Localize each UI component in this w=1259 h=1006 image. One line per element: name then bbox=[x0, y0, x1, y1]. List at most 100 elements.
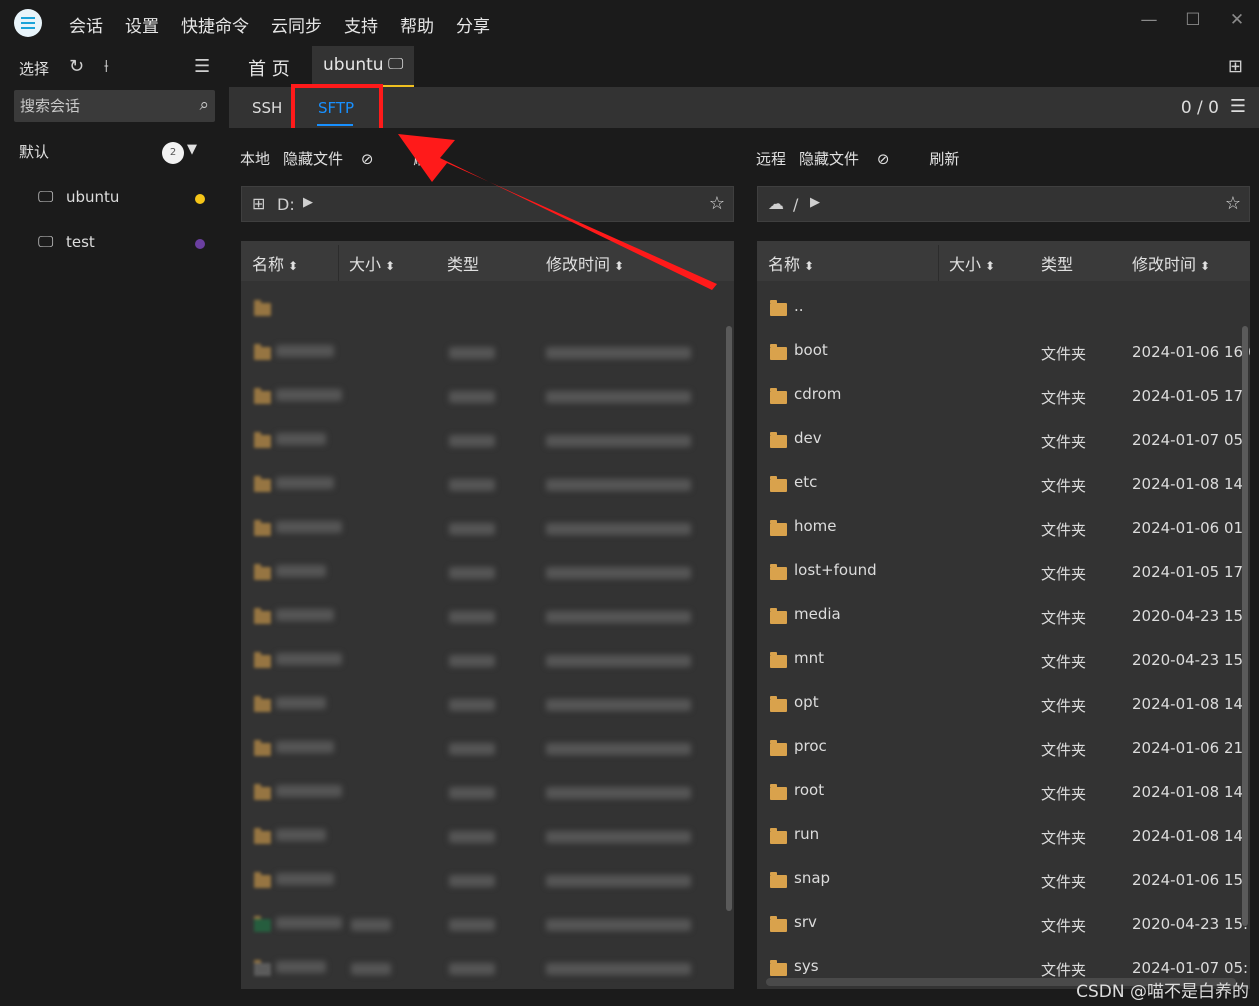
file-mtime: 2024-01-06 15: bbox=[1132, 871, 1249, 889]
file-row[interactable]: mnt 文件夹 2020-04-23 15: bbox=[757, 637, 1250, 681]
session-group-default[interactable]: 默认 2 ▼ bbox=[19, 141, 209, 165]
star-icon[interactable]: ☆ bbox=[1225, 193, 1241, 214]
select-button[interactable]: 选择 bbox=[19, 58, 49, 79]
app-logo-icon[interactable] bbox=[14, 9, 42, 37]
file-row[interactable]: srv 文件夹 2020-04-23 15: bbox=[757, 901, 1250, 945]
column-divider[interactable] bbox=[938, 245, 939, 281]
file-name: run bbox=[794, 825, 820, 843]
file-row-redacted[interactable] bbox=[241, 725, 734, 769]
file-row[interactable]: proc 文件夹 2024-01-06 21: bbox=[757, 725, 1250, 769]
file-row-redacted[interactable] bbox=[241, 549, 734, 593]
menu-item-session[interactable]: 会话 bbox=[69, 12, 103, 37]
file-row[interactable]: media 文件夹 2020-04-23 15: bbox=[757, 593, 1250, 637]
folder-icon bbox=[254, 784, 271, 800]
search-icon[interactable]: ⌕ bbox=[199, 95, 209, 115]
file-row[interactable]: root 文件夹 2024-01-08 14: bbox=[757, 769, 1250, 813]
file-mtime: 2024-01-08 14: bbox=[1132, 475, 1249, 493]
close-icon[interactable]: ✕ bbox=[1225, 10, 1249, 30]
file-type: 文件夹 bbox=[1041, 873, 1087, 891]
column-header-type[interactable]: 类型 bbox=[447, 251, 479, 275]
folder-icon bbox=[770, 696, 787, 712]
file-row-redacted[interactable] bbox=[241, 769, 734, 813]
file-row[interactable]: .. bbox=[757, 285, 1250, 329]
file-row[interactable]: run 文件夹 2024-01-08 14: bbox=[757, 813, 1250, 857]
column-header-size[interactable]: 大小 ⬍ bbox=[949, 251, 995, 275]
column-label: 名称 bbox=[252, 255, 285, 274]
file-row-redacted[interactable] bbox=[241, 901, 734, 945]
folder-icon bbox=[254, 300, 271, 316]
maximize-icon[interactable]: ☐ bbox=[1181, 10, 1205, 30]
column-divider[interactable] bbox=[338, 245, 339, 281]
menu-item-quick-commands[interactable]: 快捷命令 bbox=[181, 12, 249, 37]
column-header-mtime[interactable]: 修改时间 ⬍ bbox=[546, 251, 624, 275]
menu-item-cloud-sync[interactable]: 云同步 bbox=[271, 12, 322, 37]
tab-home[interactable]: 首 页 bbox=[248, 55, 290, 81]
split-icon[interactable]: ⟊ bbox=[104, 56, 109, 77]
refresh-icon[interactable]: ↻ bbox=[69, 56, 84, 77]
tab-ssh[interactable]: SSH bbox=[252, 99, 282, 117]
file-row[interactable]: home 文件夹 2024-01-06 01: bbox=[757, 505, 1250, 549]
file-row[interactable]: lost+found 文件夹 2024-01-05 17: bbox=[757, 549, 1250, 593]
file-type: 文件夹 bbox=[1041, 565, 1087, 583]
transfer-list-icon[interactable]: ☰ bbox=[1230, 96, 1246, 117]
file-row[interactable]: cdrom 文件夹 2024-01-05 17: bbox=[757, 373, 1250, 417]
remote-file-table: 名称 ⬍ 大小 ⬍ 类型 修改时间 ⬍ .. boot 文件夹 2024-01-06 16:… bbox=[757, 241, 1250, 989]
minimize-icon[interactable]: — bbox=[1137, 10, 1161, 30]
redacted-name bbox=[276, 433, 326, 445]
column-header-name[interactable]: 名称 ⬍ bbox=[768, 251, 814, 275]
file-row-redacted[interactable] bbox=[241, 857, 734, 901]
redacted-type bbox=[449, 435, 495, 447]
folder-icon bbox=[770, 432, 787, 448]
star-icon[interactable]: ☆ bbox=[709, 193, 725, 214]
local-path-bar[interactable]: ⊞ D: ▶ ☆ bbox=[241, 186, 734, 222]
toggle-hidden-files-button[interactable]: 隐藏文件 ⊘ bbox=[799, 150, 902, 168]
file-row-redacted[interactable] bbox=[241, 329, 734, 373]
column-header-name[interactable]: 名称 ⬍ bbox=[252, 251, 298, 275]
file-row-redacted[interactable] bbox=[241, 373, 734, 417]
tab-ubuntu[interactable]: ubuntu 🖵 bbox=[312, 46, 414, 87]
refresh-button[interactable]: 刷 bbox=[413, 150, 428, 168]
column-header-type[interactable]: 类型 bbox=[1041, 251, 1073, 275]
file-row-redacted[interactable] bbox=[241, 681, 734, 725]
column-header-size[interactable]: 大小 ⬍ bbox=[349, 251, 395, 275]
file-row-redacted[interactable] bbox=[241, 417, 734, 461]
menu-item-help[interactable]: 帮助 bbox=[400, 12, 434, 37]
session-item-test[interactable]: 🖵 test bbox=[38, 231, 208, 255]
redacted-mtime bbox=[546, 611, 691, 623]
menu-item-share[interactable]: 分享 bbox=[456, 12, 490, 37]
monitor-icon: 🖵 bbox=[38, 187, 54, 206]
file-row[interactable]: etc 文件夹 2024-01-08 14: bbox=[757, 461, 1250, 505]
session-item-ubuntu[interactable]: 🖵 ubuntu bbox=[38, 186, 208, 210]
remote-scrollbar[interactable] bbox=[1242, 326, 1248, 926]
redacted-type bbox=[449, 523, 495, 535]
file-row-redacted[interactable] bbox=[241, 813, 734, 857]
column-header-mtime[interactable]: 修改时间 ⬍ bbox=[1132, 251, 1210, 275]
redacted-mtime bbox=[546, 787, 691, 799]
file-row[interactable]: snap 文件夹 2024-01-06 15: bbox=[757, 857, 1250, 901]
session-name: ubuntu bbox=[66, 188, 120, 206]
tab-label: ubuntu bbox=[323, 55, 384, 75]
collapse-sidebar-icon[interactable]: ☰ bbox=[194, 56, 210, 77]
local-path: D: bbox=[277, 195, 295, 214]
remote-path-bar[interactable]: ☁ / ▶ ☆ bbox=[757, 186, 1250, 222]
file-row[interactable]: opt 文件夹 2024-01-08 14: bbox=[757, 681, 1250, 725]
file-row-redacted[interactable] bbox=[241, 461, 734, 505]
chevron-down-icon[interactable]: ▼ bbox=[187, 142, 197, 157]
redacted-mtime bbox=[546, 523, 691, 535]
file-row[interactable]: dev 文件夹 2024-01-07 05: bbox=[757, 417, 1250, 461]
folder-icon bbox=[770, 476, 787, 492]
layout-grid-icon[interactable]: ⊞ bbox=[1228, 56, 1243, 77]
refresh-button[interactable]: 刷新 bbox=[929, 150, 959, 168]
menu-item-support[interactable]: 支持 bbox=[344, 12, 378, 37]
local-scrollbar[interactable] bbox=[726, 326, 732, 911]
menu-item-settings[interactable]: 设置 bbox=[125, 12, 159, 37]
file-row-redacted[interactable] bbox=[241, 505, 734, 549]
file-row-redacted[interactable] bbox=[241, 945, 734, 989]
monitor-icon: 🖵 bbox=[388, 54, 404, 73]
file-row-redacted[interactable] bbox=[241, 637, 734, 681]
file-row-redacted[interactable] bbox=[241, 285, 734, 329]
toggle-hidden-files-button[interactable]: 隐藏文件 ⊘ bbox=[283, 150, 386, 168]
search-input[interactable] bbox=[14, 90, 184, 122]
file-row-redacted[interactable] bbox=[241, 593, 734, 637]
file-row[interactable]: boot 文件夹 2024-01-06 16:0 bbox=[757, 329, 1250, 373]
